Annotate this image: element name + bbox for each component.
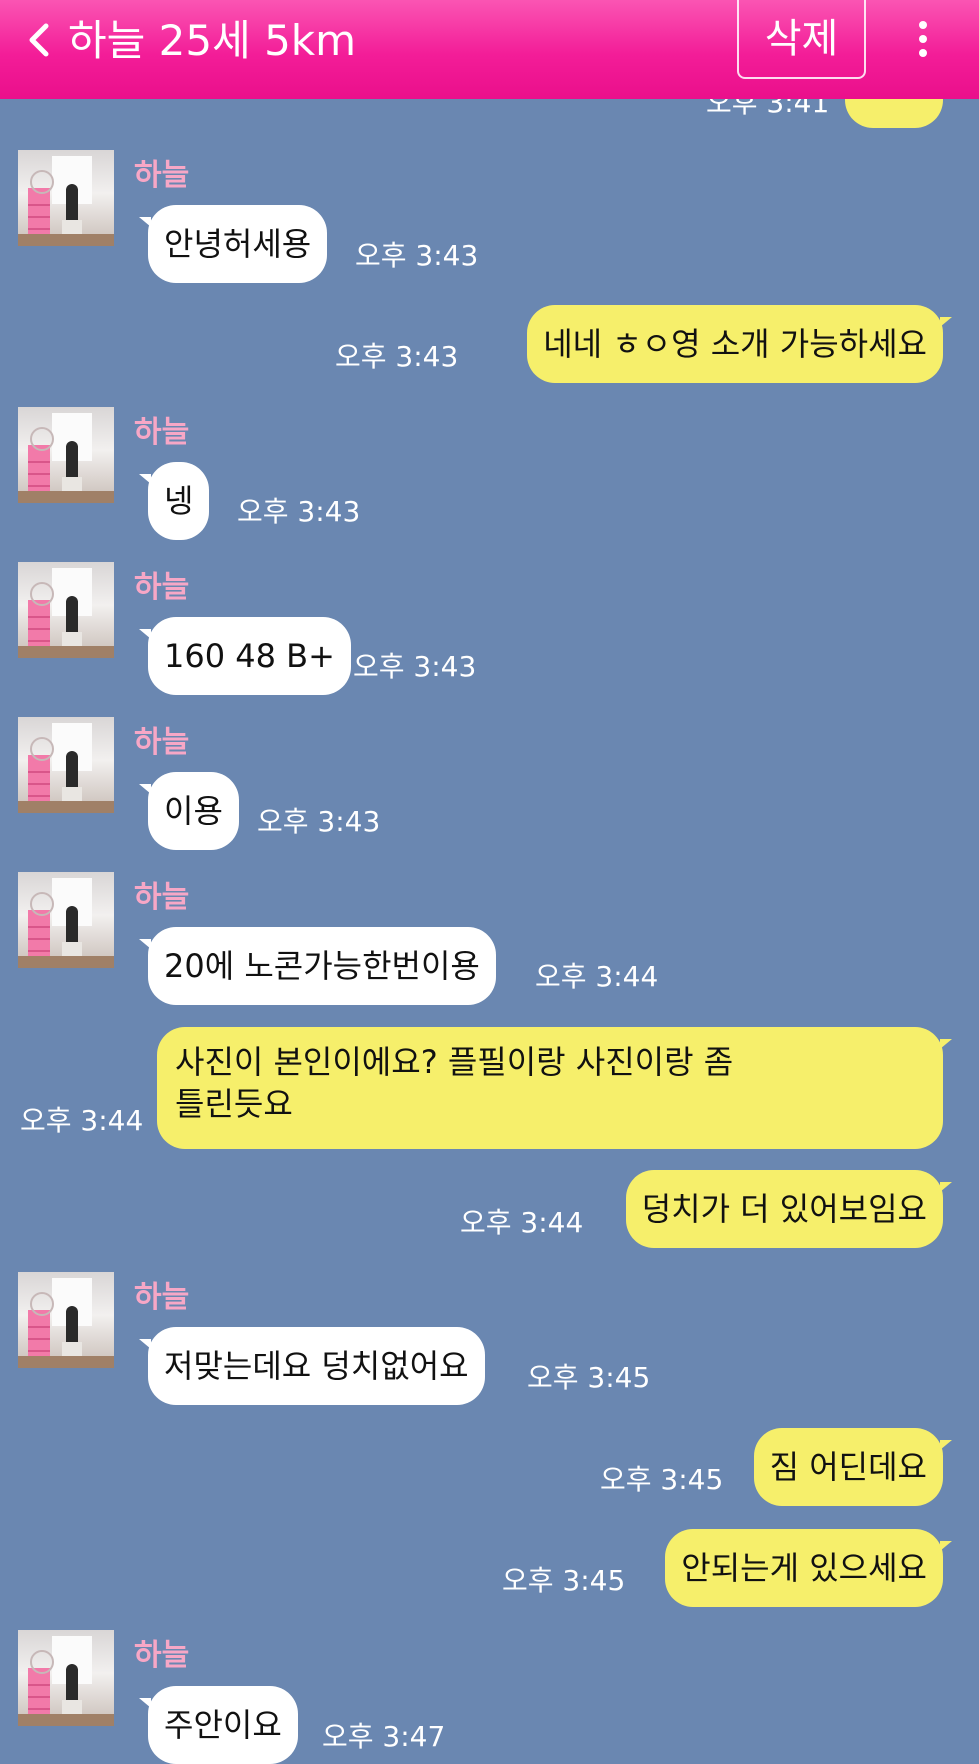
sender-name: 하늘 — [134, 570, 190, 605]
message-bubble-outgoing[interactable]: 네네 ㅎㅇ영 소개 가능하세요 — [527, 305, 952, 383]
avatar[interactable] — [18, 1272, 114, 1368]
avatar[interactable] — [18, 1630, 114, 1726]
delete-button[interactable]: 삭제 — [737, 0, 866, 79]
message-bubble-incoming[interactable]: 넹 — [138, 462, 210, 540]
message-time: 오후 3:43 — [237, 495, 361, 528]
avatar[interactable] — [18, 717, 114, 813]
message-bubble-outgoing[interactable]: 짐 어딘데요 — [753, 1428, 953, 1506]
avatar[interactable] — [18, 150, 114, 246]
more-vertical-icon[interactable] — [910, 18, 936, 60]
message-bubble-incoming[interactable]: 주안이요 — [139, 1686, 298, 1764]
message-bubble-outgoing[interactable]: 덩치가 더 있어보임요 — [625, 1170, 953, 1248]
message-text-line: 사진이 본인이에요? 플필이랑 사진이랑 좀 — [175, 1043, 734, 1081]
message-time: 오후 3:43 — [353, 650, 477, 683]
message-time: 오후 3:45 — [600, 1463, 724, 1496]
message-time: 오후 3:43 — [335, 340, 459, 373]
message-time: 오후 3:45 — [527, 1361, 651, 1394]
avatar[interactable] — [18, 562, 114, 658]
sender-name: 하늘 — [134, 880, 190, 915]
message-time: 오후 3:43 — [257, 805, 381, 838]
message-time: 오후 3:45 — [502, 1564, 626, 1597]
message-bubble-outgoing[interactable]: 안되는게 있으세요 — [665, 1529, 952, 1607]
sender-name: 하늘 — [134, 1638, 190, 1673]
message-bubble-incoming[interactable]: 20에 노콘가능한번이용 — [139, 927, 496, 1005]
message-bubble-incoming[interactable]: 안녕허세용 — [138, 205, 328, 283]
chat-area: 오후 3:41 하늘 안녕허세용 오후 3:43 네네 ㅎㅇ영 소개 가능하세요… — [0, 0, 979, 1764]
message-time: 오후 3:44 — [460, 1206, 584, 1239]
message-time: 오후 3:47 — [322, 1720, 446, 1753]
sender-name: 하늘 — [134, 158, 190, 193]
avatar[interactable] — [18, 407, 114, 503]
message-bubble-incoming[interactable]: 저맞는데요 덩치없어요 — [139, 1327, 485, 1405]
message-time: 오후 3:44 — [535, 960, 659, 993]
message-time: 오후 3:44 — [20, 1104, 144, 1137]
message-bubble-outgoing[interactable]: 사진이 본인이에요? 플필이랑 사진이랑 좀 틀린듯요 — [157, 1027, 952, 1149]
chat-header: 하늘 25세 5km 삭제 — [0, 0, 979, 99]
message-text-line: 틀린듯요 — [175, 1085, 293, 1123]
message-bubble-incoming[interactable]: 이용 — [139, 772, 239, 850]
avatar[interactable] — [18, 872, 114, 968]
sender-name: 하늘 — [134, 415, 190, 450]
chat-title: 하늘 25세 5km — [68, 16, 357, 65]
message-time: 오후 3:43 — [355, 239, 479, 272]
message-bubble-incoming[interactable]: 160 48 B+ — [139, 617, 351, 695]
sender-name: 하늘 — [134, 1280, 190, 1315]
chevron-left-icon[interactable] — [24, 22, 54, 58]
sender-name: 하늘 — [134, 725, 190, 760]
